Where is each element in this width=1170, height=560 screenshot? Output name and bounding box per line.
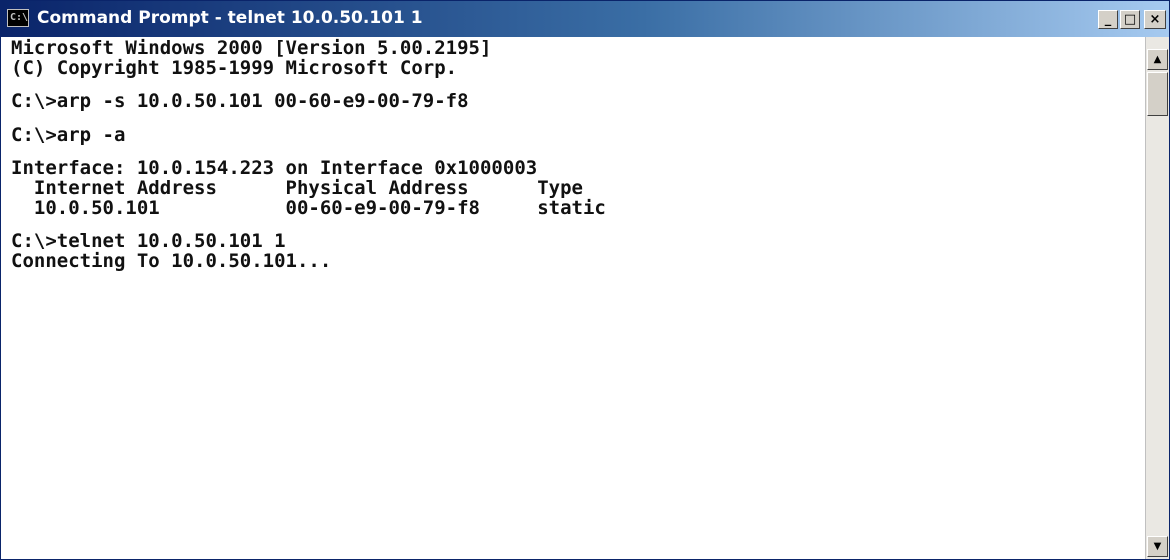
console-line: C:\>telnet 10.0.50.101 1 <box>11 230 286 253</box>
command-prompt-window: C:\ Command Prompt - telnet 10.0.50.101 … <box>0 0 1170 560</box>
scroll-thumb[interactable] <box>1147 72 1168 116</box>
console-line: Internet Address Physical Address Type <box>11 176 583 199</box>
scroll-down-arrow-icon[interactable]: ▼ <box>1147 536 1168 557</box>
close-button[interactable]: × <box>1144 10 1166 29</box>
minimize-button[interactable]: _ <box>1098 10 1118 29</box>
vertical-scrollbar[interactable]: ▲ ▼ <box>1145 37 1169 559</box>
window-title: Command Prompt - telnet 10.0.50.101 1 <box>37 8 423 28</box>
title-bar[interactable]: C:\ Command Prompt - telnet 10.0.50.101 … <box>1 1 1169 37</box>
console-app-icon[interactable]: C:\ <box>7 9 29 27</box>
maximize-button[interactable]: □ <box>1120 10 1140 29</box>
console-line: Interface: 10.0.154.223 on Interface 0x1… <box>11 157 538 180</box>
console-line: C:\>arp -a <box>11 123 126 146</box>
console-line: C:\>arp -s 10.0.50.101 00-60-e9-00-79-f8 <box>11 90 469 113</box>
scroll-up-arrow-icon[interactable]: ▲ <box>1147 49 1168 70</box>
console-output[interactable]: Microsoft Windows 2000 [Version 5.00.219… <box>1 37 1144 559</box>
console-line: 10.0.50.101 00-60-e9-00-79-f8 static <box>11 196 606 219</box>
console-line: (C) Copyright 1985-1999 Microsoft Corp. <box>11 56 458 79</box>
console-line: Connecting To 10.0.50.101... <box>11 249 332 272</box>
console-line: Microsoft Windows 2000 [Version 5.00.219… <box>11 37 492 59</box>
